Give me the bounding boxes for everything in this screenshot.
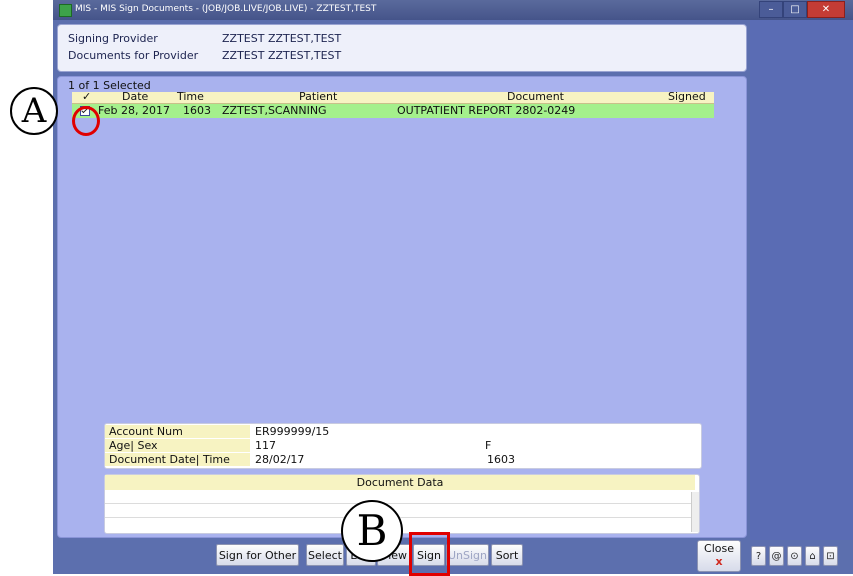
column-header-patient[interactable]: Patient xyxy=(299,90,337,103)
maximize-button[interactable]: □ xyxy=(783,1,807,18)
account-num-value: ER999999/15 xyxy=(255,425,330,438)
close-x-icon: x xyxy=(715,555,723,568)
minimize-button[interactable]: – xyxy=(759,1,783,18)
documents-for-provider-value[interactable]: ZZTEST ZZTEST,TEST xyxy=(222,49,341,62)
sign-for-other-button[interactable]: Sign for Other xyxy=(216,544,299,566)
checkbox-highlight-oval xyxy=(72,106,100,136)
column-header-time[interactable]: Time xyxy=(177,90,204,103)
circle-icon[interactable]: ⊙ xyxy=(787,546,802,566)
age-sex-label: Age| Sex xyxy=(105,439,250,452)
documents-panel: 1 of 1 Selected ✓ Date Time Patient Docu… xyxy=(57,76,747,538)
document-data-scrollbar[interactable] xyxy=(691,492,699,532)
window-controls: – □ ✕ xyxy=(759,1,845,18)
row-time: 1603 xyxy=(183,104,211,117)
sign-button-highlight xyxy=(409,532,450,576)
signing-provider-value[interactable]: ZZTEST ZZTEST,TEST xyxy=(222,32,341,45)
age-value: 117 xyxy=(255,439,276,452)
sex-value: F xyxy=(485,439,492,452)
column-header-check[interactable]: ✓ xyxy=(82,90,91,103)
row-document: OUTPATIENT REPORT 2802-0249 xyxy=(397,104,576,117)
provider-header-panel: Signing Provider ZZTEST ZZTEST,TEST Docu… xyxy=(57,24,747,72)
annotation-b: B xyxy=(341,500,403,562)
home-icon[interactable]: ⌂ xyxy=(805,546,820,566)
annotation-a: A xyxy=(10,87,58,135)
column-header-document[interactable]: Document xyxy=(507,90,564,103)
table-row[interactable]: Feb 28, 2017 1603 ZZTEST,SCANNING OUTPAT… xyxy=(72,104,714,118)
unsign-button[interactable]: UnSign xyxy=(446,544,489,566)
document-data-title: Document Data xyxy=(105,475,695,490)
document-date-value: 28/02/17 xyxy=(255,453,305,466)
close-button[interactable]: Close x xyxy=(697,540,741,572)
column-header-signed[interactable]: Signed xyxy=(668,90,706,103)
app-icon xyxy=(59,4,72,17)
signing-provider-label: Signing Provider xyxy=(68,32,158,45)
grid-header: ✓ Date Time Patient Document Signed xyxy=(72,90,714,104)
sort-button[interactable]: Sort xyxy=(491,544,523,566)
account-num-label: Account Num xyxy=(105,425,250,438)
patient-info-box: Account Num ER999999/15 Age| Sex 117 F D… xyxy=(104,423,702,469)
document-date-time-label: Document Date| Time xyxy=(105,453,250,466)
title-bar: MIS - MIS Sign Documents - (JOB/JOB.LIVE… xyxy=(53,0,853,20)
documents-for-provider-label: Documents for Provider xyxy=(68,49,199,62)
misc-icon[interactable]: ⊡ xyxy=(823,546,838,566)
help-icon[interactable]: ? xyxy=(751,546,766,566)
at-icon[interactable]: @ xyxy=(769,546,784,566)
divider xyxy=(105,503,695,504)
close-window-button[interactable]: ✕ xyxy=(807,1,845,18)
column-header-date[interactable]: Date xyxy=(122,90,148,103)
right-sidebar xyxy=(750,20,853,540)
application-window: MIS - MIS Sign Documents - (JOB/JOB.LIVE… xyxy=(53,0,853,574)
document-time-value: 1603 xyxy=(487,453,515,466)
row-patient: ZZTEST,SCANNING xyxy=(222,104,327,117)
select-button[interactable]: Select xyxy=(306,544,344,566)
window-title: MIS - MIS Sign Documents - (JOB/JOB.LIVE… xyxy=(75,4,377,14)
row-date: Feb 28, 2017 xyxy=(98,104,170,117)
